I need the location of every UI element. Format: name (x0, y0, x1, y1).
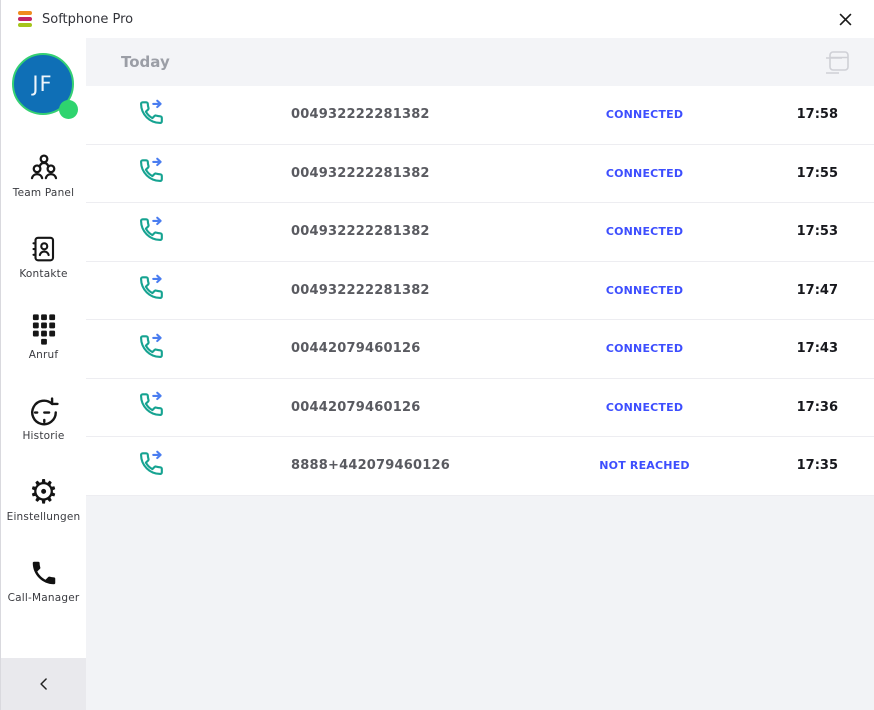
sidebar-item-historie[interactable]: Historie (1, 394, 86, 442)
outgoing-call-icon (136, 273, 291, 307)
copy-icon[interactable] (822, 47, 852, 77)
contacts-icon (29, 232, 59, 265)
sidebar-item-label: Historie (22, 430, 64, 442)
call-number: 004932222281382 (291, 224, 541, 239)
call-history-row[interactable]: 004932222281382 CONNECTED 17:47 (86, 262, 874, 321)
call-manager-phone-icon (29, 556, 59, 589)
list-header: Today (86, 38, 874, 86)
softphone-pro-logo (18, 11, 32, 27)
call-status: CONNECTED (541, 167, 748, 180)
call-number: 00442079460126 (291, 341, 541, 356)
sidebar-collapse-button[interactable] (1, 658, 86, 710)
outgoing-call-icon (136, 156, 291, 190)
call-status: CONNECTED (541, 225, 748, 238)
dialpad-icon (30, 313, 58, 346)
call-status: NOT REACHED (541, 459, 748, 472)
history-icon (27, 394, 61, 427)
outgoing-call-icon (136, 332, 291, 366)
window-title: Softphone Pro (42, 12, 133, 27)
call-time: 17:55 (748, 166, 838, 181)
call-status: CONNECTED (541, 284, 748, 297)
settings-gear-icon: ⚙ (29, 475, 59, 508)
call-status: CONNECTED (541, 342, 748, 355)
call-history-row[interactable]: 8888+442079460126 NOT REACHED 17:35 (86, 437, 874, 496)
team-panel-icon (28, 151, 60, 184)
call-time: 17:36 (748, 400, 838, 415)
call-time: 17:35 (748, 458, 838, 473)
call-number: 004932222281382 (291, 283, 541, 298)
sidebar-item-label: Einstellungen (7, 511, 81, 523)
title-bar: Softphone Pro (1, 0, 874, 38)
sidebar-item-einstellungen[interactable]: ⚙ Einstellungen (1, 475, 86, 523)
call-number: 004932222281382 (291, 166, 541, 181)
sidebar-item-label: Call-Manager (8, 592, 80, 604)
call-history-row[interactable]: 004932222281382 CONNECTED 17:53 (86, 203, 874, 262)
call-history-row[interactable]: 00442079460126 CONNECTED 17:36 (86, 379, 874, 438)
date-group-label: Today (121, 53, 170, 71)
sidebar-item-anruf[interactable]: Anruf (1, 313, 86, 361)
call-history-panel: Today 004932222281382 CONNECTED 17:58 (86, 38, 874, 710)
call-time: 17:47 (748, 283, 838, 298)
sidebar-item-call-manager[interactable]: Call-Manager (1, 556, 86, 604)
sidebar-item-kontakte[interactable]: Kontakte (1, 232, 86, 280)
call-history-row[interactable]: 004932222281382 CONNECTED 17:55 (86, 145, 874, 204)
call-history-list: 004932222281382 CONNECTED 17:58 00493222… (86, 86, 874, 496)
outgoing-call-icon (136, 390, 291, 424)
call-number: 00442079460126 (291, 400, 541, 415)
call-status: CONNECTED (541, 108, 748, 121)
sidebar-item-label: Anruf (29, 349, 59, 361)
sidebar: JF Team Panel (1, 38, 86, 710)
close-icon[interactable] (832, 6, 858, 32)
call-time: 17:43 (748, 341, 838, 356)
sidebar-item-label: Team Panel (13, 187, 74, 199)
outgoing-call-icon (136, 215, 291, 249)
presence-status-dot (59, 100, 78, 119)
sidebar-item-label: Kontakte (19, 268, 67, 280)
call-history-row[interactable]: 004932222281382 CONNECTED 17:58 (86, 86, 874, 145)
outgoing-call-icon (136, 98, 291, 132)
call-history-row[interactable]: 00442079460126 CONNECTED 17:43 (86, 320, 874, 379)
call-number: 8888+442079460126 (291, 458, 541, 473)
call-time: 17:58 (748, 107, 838, 122)
sidebar-nav: Team Panel Kontakte (1, 151, 86, 637)
user-avatar[interactable]: JF (12, 53, 76, 117)
outgoing-call-icon (136, 449, 291, 483)
call-time: 17:53 (748, 224, 838, 239)
sidebar-item-team-panel[interactable]: Team Panel (1, 151, 86, 199)
call-number: 004932222281382 (291, 107, 541, 122)
chevron-left-icon (34, 674, 54, 694)
call-status: CONNECTED (541, 401, 748, 414)
